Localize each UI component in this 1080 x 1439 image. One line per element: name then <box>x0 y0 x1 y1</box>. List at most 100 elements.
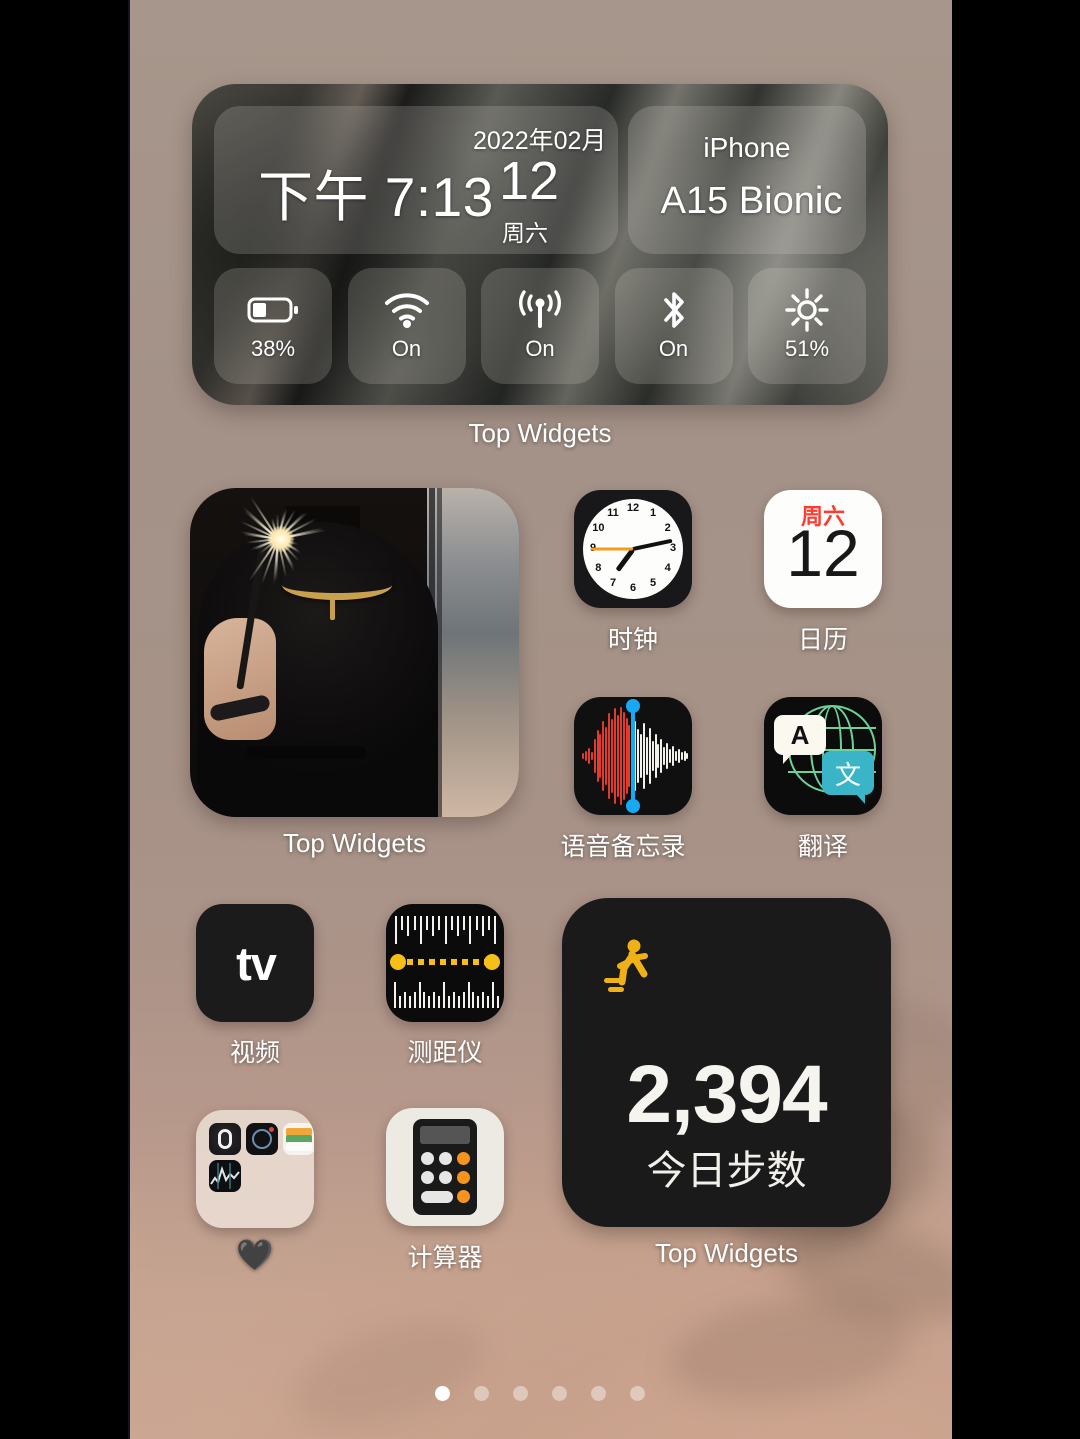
clock-numeral: 2 <box>664 522 671 534</box>
steps-widget[interactable]: 2,394 今日步数 <box>562 898 891 1227</box>
clock-hand <box>591 547 633 551</box>
waveform-bar <box>596 730 599 782</box>
waveform-bar <box>640 734 642 778</box>
battery-icon <box>247 282 299 338</box>
app-icon-clock[interactable]: 121234567891011 <box>574 490 692 608</box>
ruler-tick <box>472 992 475 1008</box>
ruler-tick <box>444 916 447 944</box>
battery-tile[interactable]: 38% <box>214 268 332 384</box>
app-label-voice-memos: 语音备忘录 <box>560 833 686 861</box>
page-dot[interactable] <box>474 1386 489 1401</box>
brightness-value: 51% <box>784 336 830 361</box>
ruler-tick <box>462 992 465 1008</box>
app-folder-favorites[interactable] <box>196 1110 314 1228</box>
ruler-tick <box>452 992 455 1008</box>
waveform-bar <box>582 753 584 759</box>
steps-widget-caption: Top Widgets <box>654 1238 799 1268</box>
waveform-bar <box>619 707 622 805</box>
ruler-tick <box>477 996 480 1008</box>
current-time: 下午 7:13 <box>258 166 494 228</box>
page-dot[interactable] <box>435 1386 450 1401</box>
waveform-bar <box>593 739 596 773</box>
waveform-bar <box>613 708 616 804</box>
cellular-tile[interactable]: On <box>481 268 599 384</box>
waveform-bar <box>616 715 619 797</box>
playhead-dot-bottom <box>626 799 640 813</box>
page-indicator[interactable] <box>128 1386 952 1401</box>
waveform-bar <box>608 713 611 799</box>
ruler-tick <box>481 916 484 936</box>
ruler-tick <box>496 996 499 1008</box>
ruler-tick <box>395 916 397 944</box>
brightness-icon <box>784 282 830 338</box>
ruler-tick <box>463 916 466 930</box>
page-dot[interactable] <box>630 1386 645 1401</box>
bluetooth-icon <box>657 282 691 338</box>
app-icon-translate[interactable]: A 文 <box>764 697 882 815</box>
cellular-icon <box>514 282 566 338</box>
ruler-tick <box>482 992 485 1008</box>
app-label-folder: 🖤 <box>236 1239 274 1272</box>
waveform-bar <box>683 751 686 761</box>
ruler-tick <box>428 996 431 1008</box>
photo-widget-caption: Top Widgets <box>282 828 427 858</box>
page-dot[interactable] <box>513 1386 528 1401</box>
bluetooth-tile[interactable]: On <box>614 268 733 384</box>
app-icon-calendar[interactable]: 周六 12 <box>764 490 882 608</box>
steps-count: 2,394 <box>626 1049 827 1140</box>
measure-line <box>396 959 494 965</box>
ruler-tick <box>475 916 478 930</box>
clock-numeral: 3 <box>669 542 677 554</box>
top-widget-caption: Top Widgets <box>468 418 612 448</box>
waveform-bar <box>602 721 605 791</box>
app-icon-apple-tv[interactable]: tv <box>196 904 314 1022</box>
waveform-bar <box>642 723 645 789</box>
ruler-tick <box>407 916 410 936</box>
app-icon-measure[interactable] <box>386 904 504 1022</box>
current-day: 12 <box>499 151 560 211</box>
waveform-bar <box>645 737 648 775</box>
app-label-measure: 测距仪 <box>407 1039 483 1067</box>
steps-label: 今日步数 <box>646 1149 807 1193</box>
photo-background <box>427 488 519 817</box>
battery-value: 38% <box>250 336 296 361</box>
ruler-tick <box>447 996 450 1008</box>
app-icon-calculator[interactable] <box>386 1108 504 1226</box>
photo-widget[interactable] <box>190 488 519 817</box>
clock-numeral: 12 <box>626 502 640 514</box>
brightness-tile[interactable]: 51% <box>748 268 866 384</box>
ruler-tick <box>418 982 421 1008</box>
playhead-line <box>631 705 635 807</box>
wallpaper-shadow <box>278 1301 498 1439</box>
walking-person-icon <box>604 938 660 1005</box>
ruler-tick <box>401 916 404 930</box>
ruler-tick <box>413 916 416 930</box>
clock-numeral: 4 <box>664 562 671 574</box>
bluetooth-value: On <box>658 336 689 361</box>
ruler-tick <box>413 992 416 1008</box>
waveform-bar <box>587 748 590 764</box>
ruler-tick <box>426 916 428 930</box>
clock-numeral: 5 <box>649 576 657 589</box>
clock-numeral: 7 <box>609 576 617 589</box>
page-dot[interactable] <box>552 1386 567 1401</box>
source-language-bubble: A <box>774 715 826 764</box>
waveform-bar <box>625 718 628 794</box>
measure-endpoint <box>390 954 406 970</box>
clock-numeral: 10 <box>592 522 605 534</box>
app-icon-voice-memos[interactable] <box>574 697 692 815</box>
waveform-bar <box>605 727 608 785</box>
waveform-bar <box>648 728 651 784</box>
wifi-tile[interactable]: On <box>347 268 466 384</box>
page-dot[interactable] <box>591 1386 606 1401</box>
ruler-tick <box>492 982 494 1008</box>
device-name: iPhone <box>703 132 791 163</box>
photo-belt <box>246 746 366 759</box>
waveform-bar <box>666 743 669 769</box>
ruler-tick <box>469 916 472 944</box>
folder-mini-icon-wallet <box>283 1123 314 1155</box>
device-chip-name: A15 Bionic <box>660 179 843 222</box>
waveform-bar <box>654 734 657 778</box>
ruler-tick <box>398 996 401 1008</box>
top-status-widget[interactable]: 下午 7:13 2022年02月 12 周六 iPhone A15 Bionic… <box>192 84 888 405</box>
